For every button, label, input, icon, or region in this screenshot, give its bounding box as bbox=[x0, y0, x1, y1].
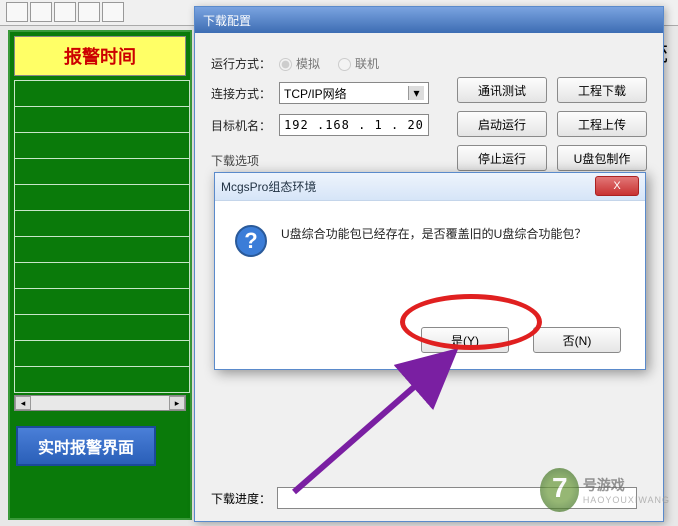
chevron-down-icon: ▾ bbox=[408, 86, 424, 100]
watermark-logo-icon bbox=[540, 468, 579, 512]
dialog-title-bar[interactable]: 下载配置 bbox=[195, 7, 663, 33]
start-run-button[interactable]: 启动运行 bbox=[457, 111, 547, 137]
toolbar-button[interactable] bbox=[30, 2, 52, 22]
confirm-overwrite-dialog: McgsPro组态环境 X ? U盘综合功能包已经存在，是否覆盖旧的U盘综合功能… bbox=[214, 172, 646, 370]
table-row bbox=[15, 367, 190, 393]
msgbox-text: U盘综合功能包已经存在，是否覆盖旧的U盘综合功能包？ bbox=[281, 225, 586, 243]
target-label: 目标机名： bbox=[211, 117, 273, 134]
progress-label: 下载进度： bbox=[211, 490, 271, 507]
horizontal-scrollbar[interactable]: ◂ ▸ bbox=[14, 395, 186, 411]
table-row bbox=[15, 107, 190, 133]
scroll-left-icon[interactable]: ◂ bbox=[15, 396, 31, 410]
toolbar-button[interactable] bbox=[54, 2, 76, 22]
download-options-label: 下载选项 bbox=[211, 152, 259, 169]
scroll-track[interactable] bbox=[31, 396, 169, 410]
table-row bbox=[15, 185, 190, 211]
no-button[interactable]: 否(N) bbox=[533, 327, 621, 353]
project-download-button[interactable]: 工程下载 bbox=[557, 77, 647, 103]
conn-mode-select[interactable]: TCP/IP网络 ▾ bbox=[279, 82, 429, 104]
alarm-header: 报警时间 bbox=[14, 36, 186, 76]
radio-online[interactable]: 联机 bbox=[338, 55, 379, 72]
toolbar-button[interactable] bbox=[6, 2, 28, 22]
table-row bbox=[15, 341, 190, 367]
scroll-right-icon[interactable]: ▸ bbox=[169, 396, 185, 410]
usb-package-button[interactable]: U盘包制作 bbox=[557, 145, 647, 171]
toolbar-button[interactable] bbox=[78, 2, 100, 22]
run-mode-label: 运行方式： bbox=[211, 55, 273, 72]
realtime-alarm-button[interactable]: 实时报警界面 bbox=[16, 426, 156, 466]
watermark-text: 号游戏 bbox=[583, 475, 670, 495]
dialog-title: 下载配置 bbox=[203, 12, 251, 29]
table-row bbox=[15, 133, 190, 159]
toolbar-button[interactable] bbox=[102, 2, 124, 22]
msgbox-title-bar[interactable]: McgsPro组态环境 X bbox=[215, 173, 645, 201]
table-row bbox=[15, 159, 190, 185]
radio-simulation[interactable]: 模拟 bbox=[279, 55, 320, 72]
table-row bbox=[15, 263, 190, 289]
conn-mode-value: TCP/IP网络 bbox=[284, 85, 347, 102]
conn-mode-label: 连接方式： bbox=[211, 85, 273, 102]
alarm-panel: 报警时间 ◂ ▸ 实时报警界面 bbox=[8, 30, 192, 520]
target-ip-input[interactable]: 192 .168 . 1 . 20 bbox=[279, 114, 429, 136]
table-row bbox=[15, 81, 190, 107]
watermark: 号游戏 HAOYOUXIWANG bbox=[540, 460, 670, 520]
alarm-table bbox=[14, 80, 190, 393]
table-row bbox=[15, 211, 190, 237]
project-upload-button[interactable]: 工程上传 bbox=[557, 111, 647, 137]
comm-test-button[interactable]: 通讯测试 bbox=[457, 77, 547, 103]
table-row bbox=[15, 315, 190, 341]
watermark-subtext: HAOYOUXIWANG bbox=[583, 495, 670, 505]
stop-run-button[interactable]: 停止运行 bbox=[457, 145, 547, 171]
table-row bbox=[15, 237, 190, 263]
question-icon: ? bbox=[235, 225, 267, 257]
table-row bbox=[15, 289, 190, 315]
msgbox-title: McgsPro组态环境 bbox=[221, 178, 316, 195]
yes-button[interactable]: 是(Y) bbox=[421, 327, 509, 353]
close-icon[interactable]: X bbox=[595, 176, 639, 196]
